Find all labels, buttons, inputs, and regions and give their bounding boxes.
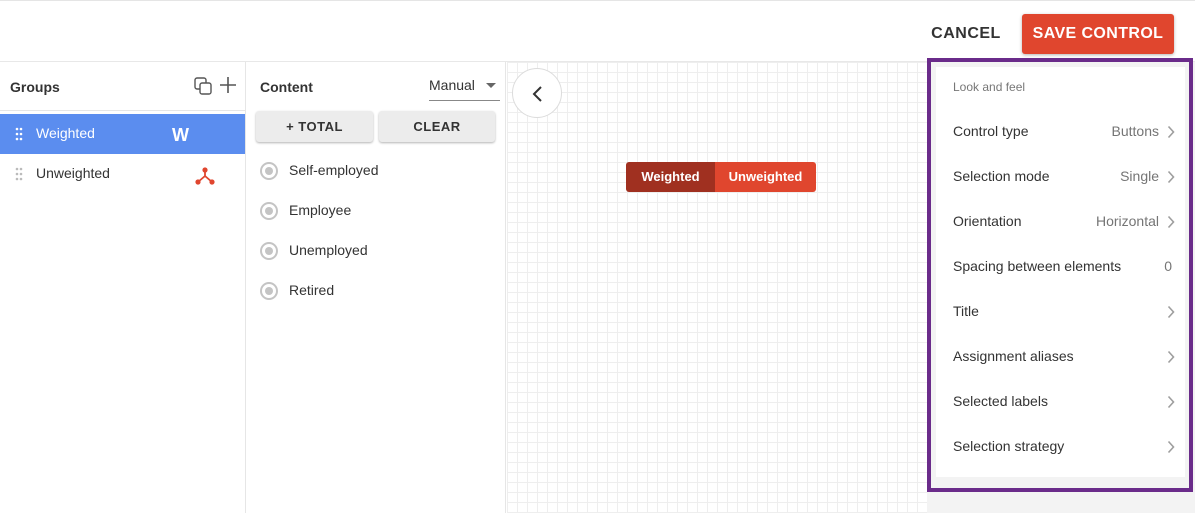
radio-icon[interactable] (260, 162, 278, 180)
group-item-weighted[interactable]: Weighted W (0, 114, 245, 154)
option-retired[interactable]: Retired (260, 279, 490, 303)
divider (0, 110, 245, 111)
chevron-left-icon (532, 86, 542, 102)
weight-badge: W (172, 125, 189, 145)
option-label: Unemployed (289, 242, 368, 258)
segment-unweighted-button[interactable]: Unweighted (715, 162, 816, 192)
clear-button[interactable]: CLEAR (379, 111, 495, 142)
top-toolbar: CANCEL SAVE CONTROL (0, 0, 1195, 62)
mode-value: Manual (429, 77, 475, 93)
collapse-panel-button[interactable] (512, 68, 562, 118)
group-label: Unweighted (36, 165, 110, 181)
group-label: Weighted (36, 125, 95, 141)
group-item-unweighted[interactable]: Unweighted (0, 154, 245, 194)
save-control-button[interactable]: SAVE CONTROL (1022, 14, 1174, 54)
option-label: Retired (289, 282, 335, 298)
tree-split-icon (195, 167, 215, 185)
drag-handle-icon[interactable] (15, 167, 23, 181)
content-panel: Content Manual + TOTAL CLEAR Self-employ… (246, 62, 506, 513)
highlight-frame (927, 58, 1193, 492)
radio-icon[interactable] (260, 202, 278, 220)
option-label: Self-employed (289, 162, 379, 178)
duplicate-icon[interactable] (194, 77, 212, 95)
caret-down-icon (486, 83, 496, 88)
radio-icon[interactable] (260, 282, 278, 300)
option-self-employed[interactable]: Self-employed (260, 159, 490, 183)
add-group-icon[interactable] (219, 76, 237, 94)
add-total-button[interactable]: + TOTAL (256, 111, 373, 142)
segment-weighted-button[interactable]: Weighted (626, 162, 715, 192)
groups-panel: Groups Weighted W Unweighted (0, 62, 246, 513)
content-mode-select[interactable]: Manual (429, 74, 500, 101)
cancel-button[interactable]: CANCEL (922, 15, 1010, 53)
preview-canvas: Weighted Unweighted (507, 62, 927, 513)
option-unemployed[interactable]: Unemployed (260, 239, 490, 263)
radio-icon[interactable] (260, 242, 278, 260)
option-label: Employee (289, 202, 352, 218)
option-employee[interactable]: Employee (260, 199, 490, 223)
drag-handle-icon[interactable] (15, 127, 23, 141)
content-title: Content (260, 79, 313, 95)
groups-title: Groups (10, 79, 60, 95)
